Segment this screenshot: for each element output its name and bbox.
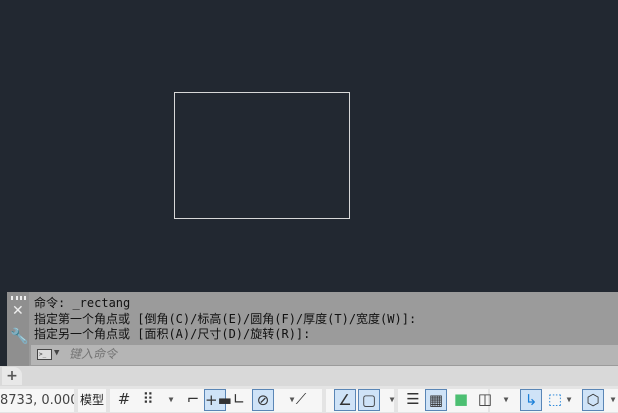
add-layout-button[interactable]: +	[2, 367, 22, 385]
drawn-rectangle[interactable]	[174, 92, 350, 219]
layout-tab-bar: +	[0, 366, 618, 386]
chevron-down-icon[interactable]: ▼	[386, 389, 398, 411]
terminal-icon[interactable]: >_	[37, 349, 52, 360]
ortho-icon[interactable]: ∟	[228, 389, 250, 411]
transparency-icon[interactable]: ▦	[425, 389, 447, 411]
model-space-button[interactable]: 模型	[78, 389, 106, 412]
wrench-icon[interactable]: 🔧	[10, 327, 29, 345]
polar-icon[interactable]: ⊘	[252, 389, 274, 411]
command-line-panel: ✕ 🔧 命令: _rectang 指定第一个角点或 [倒角(C)/标高(E)/圆…	[7, 292, 618, 366]
command-history-line: 指定另一个角点或 [面积(A)/尺寸(D)/旋转(R)]:	[34, 327, 311, 340]
status-bar: 8733, 0.0000 模型 #⠿⌐+▬∟⊘⟋∠▢☰▦■◫↳⬚⬡▼▼▼▼▼▼	[0, 386, 618, 413]
infer-constraints-icon[interactable]: ⌐	[182, 389, 204, 411]
object-snap-icon[interactable]: ▢	[358, 389, 380, 411]
dynamic-ucs-icon[interactable]: ↳	[520, 389, 542, 411]
close-icon[interactable]: ✕	[12, 303, 24, 319]
object-snap-tracking-icon[interactable]: ∠	[334, 389, 356, 411]
lineweight-icon[interactable]: ☰	[402, 389, 424, 411]
command-panel-sidebar: ✕ 🔧	[7, 292, 29, 366]
command-input-row: >_ ▼	[31, 345, 618, 365]
drag-handle-icon[interactable]	[11, 296, 26, 300]
command-history-line: 命令: _rectang	[34, 296, 131, 310]
chevron-down-icon[interactable]: ▼	[563, 389, 575, 411]
grid-icon[interactable]: #	[113, 389, 135, 411]
drawing-canvas[interactable]	[0, 0, 618, 292]
chevron-down-icon[interactable]: ▼	[500, 389, 512, 411]
dynamic-input-icon[interactable]: +▬	[204, 389, 232, 411]
command-input[interactable]	[69, 347, 569, 361]
3d-object-snap-icon[interactable]: ◫	[474, 389, 496, 411]
chevron-down-icon[interactable]: ▼	[286, 389, 298, 411]
chevron-down-icon[interactable]: ▼	[54, 348, 59, 358]
selection-cycling-icon[interactable]: ■	[450, 389, 472, 411]
command-history-line: 指定第一个角点或 [倒角(C)/标高(E)/圆角(F)/厚度(T)/宽度(W)]…	[34, 312, 417, 326]
gizmo-icon[interactable]: ⬡	[582, 389, 604, 411]
chevron-down-icon[interactable]: ▼	[165, 389, 177, 411]
chevron-down-icon[interactable]: ▼	[607, 389, 618, 411]
snap-icon[interactable]: ⠿	[137, 389, 159, 411]
coordinates-readout[interactable]: 8733, 0.0000	[0, 389, 74, 412]
